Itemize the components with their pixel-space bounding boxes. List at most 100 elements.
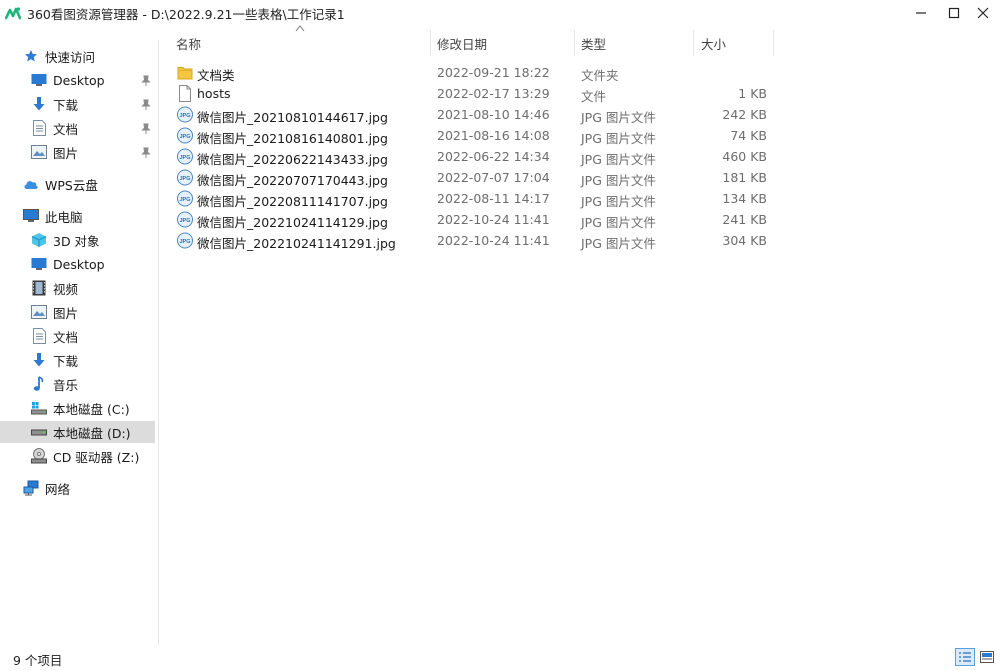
file-type: JPG 图片文件 — [581, 131, 656, 146]
file-name: 微信图片_202210241141291.jpg — [197, 236, 396, 251]
nav-label: 视频 — [53, 281, 79, 297]
file-date: 2021-08-10 14:46 — [437, 107, 550, 122]
star-icon — [22, 47, 40, 65]
file-date: 2022-08-11 14:17 — [437, 191, 550, 206]
nav-pc-videos[interactable]: 视频 — [30, 277, 78, 299]
nav-pc-drive-c[interactable]: 本地磁盘 (C:) — [30, 397, 130, 419]
file-size: 241 KB — [722, 212, 767, 227]
file-type: JPG 图片文件 — [581, 110, 656, 125]
pin-icon — [141, 147, 151, 158]
file-name: 微信图片_20220707170443.jpg — [197, 173, 388, 188]
file-type: JPG 图片文件 — [581, 236, 656, 251]
video-icon — [30, 279, 48, 297]
download-icon — [30, 351, 48, 369]
nav-quick-pictures[interactable]: 图片 — [30, 141, 78, 163]
nav-network[interactable]: 网络 — [22, 477, 70, 499]
nav-pc-cd-drive[interactable]: CD 驱动器 (Z:) — [30, 445, 139, 467]
nav-pc-desktop[interactable]: Desktop — [30, 253, 105, 275]
close-icon — [977, 7, 989, 19]
minimize-icon — [916, 12, 926, 14]
nav-pc-downloads[interactable]: 下载 — [30, 349, 78, 371]
nav-pc-drive-d[interactable]: 本地磁盘 (D:) — [0, 421, 155, 443]
details-view-button[interactable] — [955, 648, 975, 666]
column-divider[interactable] — [773, 30, 774, 56]
nav-pc-pictures[interactable]: 图片 — [30, 301, 78, 323]
file-size: 181 KB — [722, 170, 767, 185]
column-header-type[interactable]: 类型 — [581, 30, 693, 56]
file-type: JPG 图片文件 — [581, 173, 656, 188]
file-size: 74 KB — [730, 128, 767, 143]
column-divider[interactable] — [693, 30, 694, 56]
file-date: 2022-07-07 17:04 — [437, 170, 550, 185]
file-date: 2022-10-24 11:41 — [437, 212, 550, 227]
column-header-label: 修改日期 — [437, 36, 488, 52]
drive-icon — [30, 423, 48, 441]
nav-pc-music[interactable]: 音乐 — [30, 373, 78, 395]
nav-label: 下载 — [53, 353, 79, 369]
nav-label: 此电脑 — [45, 209, 83, 225]
column-header-date[interactable]: 修改日期 — [437, 30, 574, 56]
app-logo-icon — [5, 7, 21, 20]
drive-c-icon — [30, 399, 48, 417]
document-icon — [30, 119, 48, 137]
jpg-image-icon: JPG — [177, 169, 193, 186]
column-header-label: 名称 — [176, 36, 202, 52]
nav-pc-documents[interactable]: 文档 — [30, 325, 78, 347]
status-item-count: 9 个项目 — [13, 653, 63, 668]
file-size: 134 KB — [722, 191, 767, 206]
nav-wps-cloud[interactable]: WPS云盘 — [22, 173, 98, 195]
nav-quick-desktop[interactable]: Desktop — [30, 69, 105, 91]
nav-quick-documents[interactable]: 文档 — [30, 117, 78, 139]
file-size: 460 KB — [722, 149, 767, 164]
desktop-icon — [30, 255, 48, 273]
large-icons-view-button[interactable] — [977, 648, 997, 666]
cd-drive-icon — [30, 447, 48, 465]
nav-label: 快速访问 — [45, 49, 96, 65]
file-type: 文件 — [581, 89, 607, 104]
file-type: JPG 图片文件 — [581, 215, 656, 230]
3d-object-icon — [30, 231, 48, 249]
nav-pc-3d-objects[interactable]: 3D 对象 — [30, 229, 100, 251]
file-row[interactable]: JPG 微信图片_20220622143433.jpg 2022-06-22 14:… — [172, 146, 772, 167]
jpg-badge-text: JPG — [179, 176, 190, 182]
file-size: 304 KB — [722, 233, 767, 248]
nav-label: 网络 — [45, 481, 71, 497]
file-row[interactable]: JPG 微信图片_20210816140801.jpg 2021-08-16 14:… — [172, 125, 772, 146]
column-header-size[interactable]: 大小 — [701, 30, 773, 56]
jpg-badge-text: JPG — [179, 113, 190, 119]
nav-label: 下载 — [53, 97, 79, 113]
cloud-icon — [22, 175, 40, 193]
nav-this-pc[interactable]: 此电脑 — [22, 205, 83, 227]
nav-quick-access[interactable]: 快速访问 — [22, 45, 95, 67]
file-row[interactable]: JPG 微信图片_20220811141707.jpg 2022-08-11 14:… — [172, 188, 772, 209]
navigation-pane: 快速访问 Desktop 下载 文档 图片 WPS云盘 此电脑 3D 对象 De… — [0, 40, 159, 645]
file-row[interactable]: JPG 微信图片_20220707170443.jpg 2022-07-07 17:… — [172, 167, 772, 188]
file-row[interactable]: 文档类 2022-09-21 18:22 文件夹 — [172, 62, 772, 83]
close-button[interactable] — [964, 0, 1002, 26]
nav-label: 图片 — [53, 145, 79, 161]
file-name: 微信图片_20220622143433.jpg — [197, 152, 388, 167]
nav-label: 3D 对象 — [53, 233, 100, 249]
pin-icon — [141, 75, 151, 86]
nav-quick-download[interactable]: 下载 — [30, 93, 78, 115]
file-row[interactable]: JPG 微信图片_202210241141291.jpg 2022-10-24 11… — [172, 230, 772, 251]
file-name: 微信图片_20210810144617.jpg — [197, 110, 388, 125]
column-header-name[interactable]: 名称 — [176, 30, 430, 56]
column-divider[interactable] — [430, 30, 431, 56]
file-row[interactable]: JPG 微信图片_20221024114129.jpg 2022-10-24 11:… — [172, 209, 772, 230]
file-size: 242 KB — [722, 107, 767, 122]
nav-label: 文档 — [53, 329, 79, 345]
music-icon — [30, 375, 48, 393]
file-icon — [179, 85, 191, 102]
picture-icon — [30, 303, 48, 321]
file-name: 文档类 — [197, 68, 235, 83]
nav-label: WPS云盘 — [45, 177, 98, 193]
file-date: 2022-02-17 13:29 — [437, 86, 550, 101]
nav-label: 文档 — [53, 121, 79, 137]
details-view-icon — [959, 652, 971, 662]
jpg-image-icon: JPG — [177, 106, 193, 123]
column-divider[interactable] — [574, 30, 575, 56]
jpg-image-icon: JPG — [177, 232, 193, 249]
file-row[interactable]: JPG 微信图片_20210810144617.jpg 2021-08-10 14:… — [172, 104, 772, 125]
file-row[interactable]: hosts 2022-02-17 13:29 文件 1 KB — [172, 83, 772, 104]
